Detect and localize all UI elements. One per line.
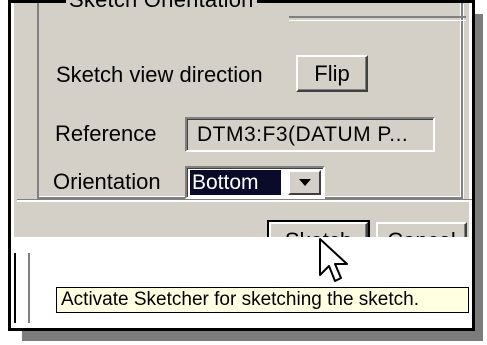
dialog-separator xyxy=(17,199,472,202)
sketch-view-direction-label: Sketch view direction xyxy=(56,62,263,87)
sketch-orientation-group: Sketch Orientation Sketch view direction… xyxy=(37,0,466,199)
reference-label: Reference xyxy=(55,121,157,146)
dialog-body: Sketch Orientation Sketch view direction… xyxy=(14,0,472,261)
orientation-selected-value: Bottom xyxy=(190,170,281,195)
dropdown-arrow-icon[interactable] xyxy=(288,170,321,195)
group-legend: Sketch Orientation xyxy=(66,0,257,11)
arrow-pointer-icon xyxy=(319,238,348,282)
orientation-select[interactable]: Bottom xyxy=(185,166,325,199)
screenshot-frame: Sketch Orientation Sketch view direction… xyxy=(8,0,475,331)
tooltip: Activate Sketcher for sketching the sket… xyxy=(56,287,469,313)
window-edge xyxy=(14,253,30,323)
reference-field[interactable]: DTM3:F3(DATUM P... xyxy=(185,117,435,152)
group-top-border xyxy=(289,16,466,21)
orientation-label: Orientation xyxy=(53,169,161,194)
flip-button[interactable]: Flip xyxy=(296,55,368,92)
window-lower-area xyxy=(14,237,469,327)
